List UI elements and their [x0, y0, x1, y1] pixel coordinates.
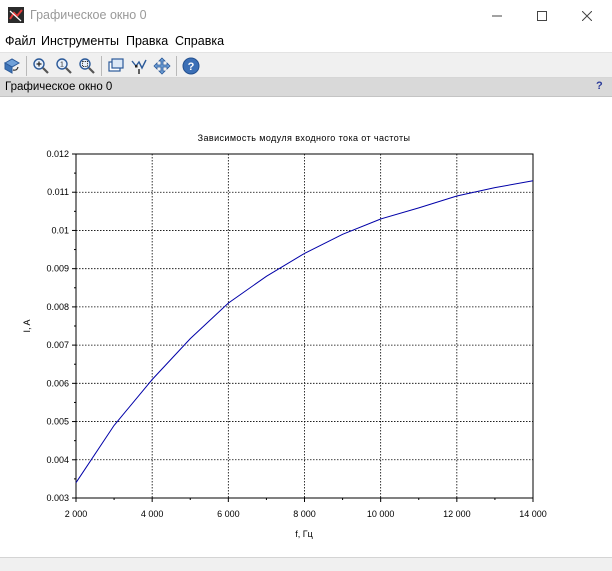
figure-header: Графическое окно 0 ?: [0, 78, 612, 97]
maximize-icon: [537, 11, 547, 21]
y-tick-label: 0.005: [46, 417, 69, 427]
x-tick-label: 14 000: [519, 509, 547, 519]
svg-text:?: ?: [188, 61, 195, 73]
minimize-icon: [492, 15, 502, 17]
zoom-reset-button[interactable]: 1: [54, 56, 74, 76]
close-icon: [582, 11, 592, 21]
svg-text:1: 1: [60, 62, 64, 69]
y-tick-label: 0.011: [47, 187, 69, 197]
menu-bar: Файл Инструменты Правка Справка: [0, 32, 612, 52]
zoom-in-button[interactable]: [31, 56, 51, 76]
maximize-button[interactable]: [519, 0, 565, 32]
close-button[interactable]: [564, 0, 610, 32]
zoom-in-icon: [33, 58, 49, 74]
edit-data-button[interactable]: [129, 56, 149, 76]
menu-tools[interactable]: Инструменты: [41, 34, 119, 48]
chart-title: Зависимость модуля входного тока от част…: [198, 133, 411, 143]
y-axis-label: I, A: [22, 319, 32, 332]
rotate-icon: [3, 58, 21, 74]
x-tick-label: 2 000: [65, 509, 88, 519]
y-tick-label: 0.006: [46, 378, 69, 388]
title-bar[interactable]: Графическое окно 0: [0, 0, 612, 32]
y-tick-label: 0.003: [46, 493, 69, 503]
x-tick-label: 4 000: [141, 509, 164, 519]
zoom-area-button[interactable]: [77, 56, 97, 76]
y-tick-label: 0.012: [46, 149, 69, 159]
toolbar: 1 ?: [0, 52, 612, 78]
pan-button[interactable]: [152, 56, 172, 76]
pan-icon: [153, 57, 171, 75]
menu-help[interactable]: Справка: [175, 34, 224, 48]
y-tick-label: 0.009: [46, 264, 69, 274]
y-tick-label: 0.004: [46, 455, 69, 465]
y-tick-label: 0.008: [46, 302, 69, 312]
x-axis-label: f, Гц: [295, 529, 313, 539]
x-tick-label: 8 000: [293, 509, 316, 519]
x-tick-label: 6 000: [217, 509, 240, 519]
datatip-icon: [108, 58, 124, 72]
y-tick-label: 0.01: [51, 225, 69, 235]
rotate-button[interactable]: [2, 56, 22, 76]
edit-data-icon: [131, 59, 147, 74]
status-bar: [0, 557, 612, 571]
chart[interactable]: Зависимость модуля входного тока от част…: [0, 97, 612, 557]
zoom-area-icon: [79, 58, 95, 74]
app-icon: [8, 7, 24, 23]
x-tick-label: 10 000: [367, 509, 395, 519]
help-button[interactable]: ?: [181, 56, 201, 76]
help-icon: ?: [182, 57, 200, 75]
plot-canvas[interactable]: Зависимость модуля входного тока от част…: [0, 97, 612, 557]
datatip-button[interactable]: [106, 56, 126, 76]
figure-header-label: Графическое окно 0: [5, 81, 113, 93]
zoom-reset-icon: 1: [56, 58, 72, 74]
menu-file[interactable]: Файл: [5, 34, 36, 48]
menu-edit[interactable]: Правка: [126, 34, 168, 48]
y-tick-label: 0.007: [46, 340, 69, 350]
window-title: Графическое окно 0: [30, 8, 147, 22]
figure-help-icon[interactable]: ?: [596, 80, 603, 92]
minimize-button[interactable]: [474, 0, 520, 32]
graphic-window: Графическое окно 0 Файл Инструменты Прав…: [0, 0, 612, 571]
x-tick-label: 12 000: [443, 509, 471, 519]
